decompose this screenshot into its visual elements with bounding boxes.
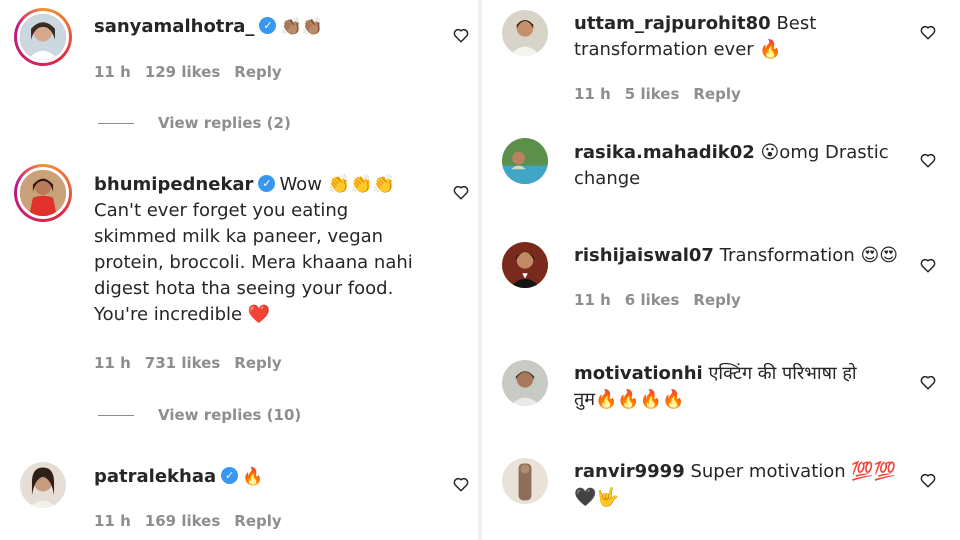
comment-body-line: protein, broccoli. Mera khaana nahi bbox=[94, 252, 413, 273]
avatar[interactable] bbox=[502, 242, 548, 288]
comment-body-line: skimmed milk ka paneer, vegan bbox=[94, 226, 384, 247]
comment-body-line: Can't ever forget you eating bbox=[94, 200, 349, 221]
likes-count[interactable]: 169 likes bbox=[145, 512, 221, 530]
comment-body-line: transformation ever 🔥 bbox=[574, 39, 782, 60]
likes-count[interactable]: 6 likes bbox=[625, 291, 680, 309]
comment-body: 🔥 bbox=[242, 467, 264, 487]
reply-button[interactable]: Reply bbox=[234, 63, 281, 81]
avatar[interactable] bbox=[502, 138, 548, 184]
username[interactable]: ranvir9999 bbox=[574, 461, 685, 482]
reply-button[interactable]: Reply bbox=[234, 354, 281, 372]
avatar-photo bbox=[502, 242, 548, 288]
comment-text: ranvir9999 Super motivation 💯💯 🖤🤟 bbox=[574, 459, 904, 511]
username[interactable]: bhumipednekar bbox=[94, 174, 253, 195]
comment-text: patralekhaa ✓ 🔥 bbox=[94, 464, 444, 490]
comment-body-line: तुम🔥🔥🔥🔥 bbox=[574, 389, 685, 410]
comments-column-left: sanyamalhotra_ ✓ 👏🏽👏🏽 11 h 129 likes Reply V… bbox=[0, 0, 480, 540]
avatar[interactable] bbox=[14, 164, 72, 222]
avatar[interactable] bbox=[14, 8, 72, 66]
avatar-photo bbox=[502, 138, 548, 184]
timestamp: 11 h bbox=[574, 291, 611, 309]
view-replies-button[interactable]: View replies (2) bbox=[98, 114, 291, 132]
timestamp: 11 h bbox=[94, 354, 131, 372]
avatar-photo bbox=[502, 360, 548, 406]
comment-body-line: 🖤🤟 bbox=[574, 487, 619, 508]
heart-outline-icon[interactable] bbox=[919, 471, 937, 489]
comment-body: 👏🏽👏🏽 bbox=[280, 17, 323, 37]
username[interactable]: uttam_rajpurohit80 bbox=[574, 13, 771, 34]
comment-body: Transformation 😍😍 bbox=[719, 245, 898, 266]
comments-column-right: uttam_rajpurohit80 Best transformation e… bbox=[482, 0, 960, 540]
comment-text: bhumipednekar ✓ Wow 👏👏👏 Can't ever forget … bbox=[94, 172, 444, 328]
heart-outline-icon[interactable] bbox=[919, 23, 937, 41]
likes-count[interactable]: 129 likes bbox=[145, 63, 221, 81]
comment-text: rasika.mahadik02 😮omg Drastic change bbox=[574, 140, 894, 192]
divider-line bbox=[98, 123, 134, 124]
comment-meta: 11 h 169 likes Reply bbox=[94, 512, 296, 530]
avatar[interactable] bbox=[502, 458, 548, 504]
verified-badge-icon: ✓ bbox=[259, 17, 277, 34]
view-replies-button[interactable]: View replies (10) bbox=[98, 406, 301, 424]
avatar-photo bbox=[20, 462, 66, 508]
avatar[interactable] bbox=[20, 462, 66, 508]
comment-body-line: एक्टिंग की परिभाषा हो bbox=[708, 363, 857, 384]
comment-meta: 11 h 5 likes Reply bbox=[574, 85, 755, 103]
comment-body-line: Best bbox=[776, 13, 817, 34]
likes-count[interactable]: 731 likes bbox=[145, 354, 221, 372]
heart-outline-icon[interactable] bbox=[919, 256, 937, 274]
timestamp: 11 h bbox=[94, 63, 131, 81]
username[interactable]: rasika.mahadik02 bbox=[574, 142, 755, 163]
comment-body-line: change bbox=[574, 168, 641, 189]
avatar-photo bbox=[502, 10, 548, 56]
comment-text: sanyamalhotra_ ✓ 👏🏽👏🏽 bbox=[94, 14, 444, 40]
likes-count[interactable]: 5 likes bbox=[625, 85, 680, 103]
comment-body-line: You're incredible ❤️ bbox=[94, 304, 271, 325]
verified-badge-icon: ✓ bbox=[221, 467, 239, 484]
avatar[interactable] bbox=[502, 10, 548, 56]
timestamp: 11 h bbox=[574, 85, 611, 103]
username[interactable]: sanyamalhotra_ bbox=[94, 16, 254, 37]
heart-outline-icon[interactable] bbox=[452, 26, 470, 44]
comment-body-line: 😮omg Drastic bbox=[760, 142, 889, 163]
comment-text: motivationhi एक्टिंग की परिभाषा हो तुम🔥🔥… bbox=[574, 361, 904, 413]
divider-line bbox=[98, 415, 134, 416]
comment-text: uttam_rajpurohit80 Best transformation e… bbox=[574, 11, 894, 63]
heart-outline-icon[interactable] bbox=[452, 183, 470, 201]
view-replies-label[interactable]: View replies (10) bbox=[158, 406, 301, 424]
username[interactable]: patralekhaa bbox=[94, 466, 216, 487]
comment-body-line: digest hota tha seeing your food. bbox=[94, 278, 394, 299]
timestamp: 11 h bbox=[94, 512, 131, 530]
heart-outline-icon[interactable] bbox=[919, 373, 937, 391]
comment-meta: 11 h 6 likes Reply bbox=[574, 291, 755, 309]
heart-outline-icon[interactable] bbox=[919, 151, 937, 169]
avatar-photo bbox=[20, 170, 66, 216]
comment-meta: 11 h 731 likes Reply bbox=[94, 354, 296, 372]
avatar-photo bbox=[20, 14, 66, 60]
heart-outline-icon[interactable] bbox=[452, 475, 470, 493]
username[interactable]: rishijaiswal07 bbox=[574, 245, 714, 266]
comment-body-line: Wow 👏👏👏 bbox=[279, 174, 395, 195]
comment-body-line: Super motivation 💯💯 bbox=[690, 461, 897, 482]
reply-button[interactable]: Reply bbox=[693, 85, 740, 103]
comment-meta: 11 h 129 likes Reply bbox=[94, 63, 296, 81]
verified-badge-icon: ✓ bbox=[258, 175, 276, 192]
avatar-photo bbox=[502, 458, 548, 504]
view-replies-label[interactable]: View replies (2) bbox=[158, 114, 291, 132]
avatar[interactable] bbox=[502, 360, 548, 406]
reply-button[interactable]: Reply bbox=[693, 291, 740, 309]
comment-text: rishijaiswal07 Transformation 😍😍 bbox=[574, 243, 904, 269]
reply-button[interactable]: Reply bbox=[234, 512, 281, 530]
username[interactable]: motivationhi bbox=[574, 363, 703, 384]
